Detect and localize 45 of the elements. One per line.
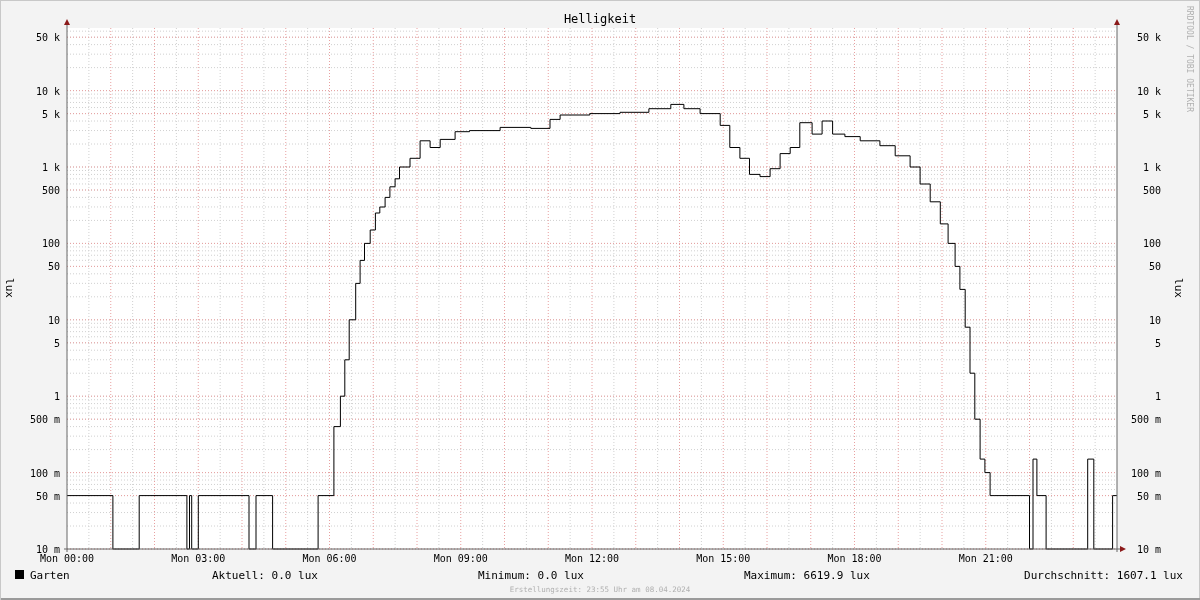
y-tick-label: 100 m bbox=[1130, 467, 1161, 479]
y-tick-label: 1 k bbox=[41, 162, 60, 173]
x-tick-label: Mon 06:00 bbox=[302, 553, 357, 564]
y-tick-label: 100 bbox=[41, 238, 60, 250]
y-tick-label: 10 k bbox=[1136, 85, 1161, 97]
y-tick-label: 1 bbox=[1154, 391, 1161, 403]
y-tick-label: 500 bbox=[41, 185, 60, 196]
y-axis-label: lux bbox=[1172, 278, 1185, 298]
y-tick-label: 50 m bbox=[1136, 490, 1161, 502]
x-tick-label: Mon 00:00 bbox=[39, 553, 95, 564]
y-tick-label: 10 bbox=[1148, 314, 1161, 326]
y-tick-label: 10 bbox=[47, 314, 60, 326]
y-tick-label: 5 k bbox=[1142, 108, 1161, 120]
y-tick-label: 10 m bbox=[35, 544, 60, 555]
y-tick-label: 1 bbox=[53, 391, 60, 403]
x-tick-label: Mon 03:00 bbox=[171, 553, 226, 564]
y-tick-label: 50 k bbox=[35, 32, 60, 44]
credit-text: RRDTOOL / TOBI OETIKER bbox=[1185, 6, 1194, 112]
y-tick-label: 100 bbox=[1142, 238, 1161, 250]
y-tick-label: 500 m bbox=[29, 414, 60, 426]
y-tick-label: 5 bbox=[1154, 337, 1161, 349]
x-tick-label: Mon 15:00 bbox=[696, 553, 751, 564]
y-tick-label: 1 k bbox=[1142, 162, 1161, 173]
y-tick-label: 50 bbox=[1148, 261, 1161, 273]
y-axis-label: lux bbox=[3, 278, 16, 298]
legend-stat: Aktuell: 0.0 lux bbox=[212, 569, 318, 582]
y-tick-label: 500 bbox=[1142, 185, 1161, 196]
legend-stat: Durchschnitt: 1607.1 lux bbox=[1024, 569, 1183, 582]
y-tick-label: 50 k bbox=[1136, 32, 1161, 44]
x-tick-label: Mon 21:00 bbox=[958, 553, 1013, 564]
legend-stat: Minimum: 0.0 lux bbox=[478, 569, 584, 582]
y-tick-label: 5 k bbox=[41, 108, 60, 120]
y-tick-label: 5 bbox=[53, 337, 60, 349]
chart-title: Helligkeit bbox=[563, 12, 637, 26]
legend-stat: Maximum: 6619.9 lux bbox=[744, 569, 870, 582]
y-tick-label: 10 m bbox=[1136, 544, 1161, 555]
y-tick-label: 100 m bbox=[29, 467, 60, 479]
x-tick-label: Mon 12:00 bbox=[564, 553, 620, 564]
y-tick-label: 50 m bbox=[35, 490, 60, 502]
y-tick-label: 50 bbox=[47, 261, 60, 273]
x-tick-label: Mon 09:00 bbox=[433, 553, 488, 564]
y-tick-label: 10 k bbox=[35, 85, 60, 97]
x-tick-label: Mon 18:00 bbox=[827, 553, 882, 564]
y-tick-label: 500 m bbox=[1130, 414, 1161, 426]
legend-label: Garten bbox=[30, 569, 70, 582]
